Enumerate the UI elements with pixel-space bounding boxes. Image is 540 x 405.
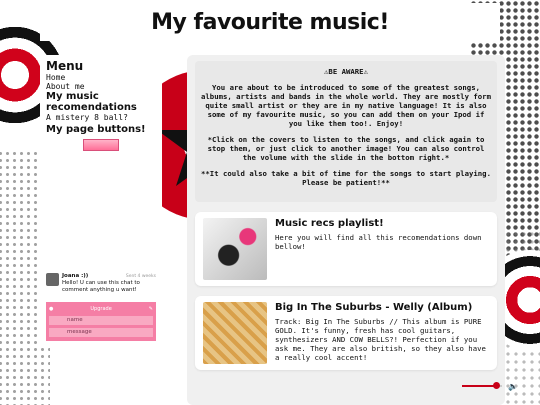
- music-card: Music recs playlist! Here you will find …: [195, 212, 497, 286]
- user-icon[interactable]: ●: [49, 306, 53, 312]
- menu-title: Menu: [46, 59, 84, 73]
- chat-widget: Sent 4 weeks Joana :)) Hello! U can use …: [46, 273, 156, 341]
- volume-slider[interactable]: [462, 382, 502, 389]
- menu-item-home[interactable]: Home: [46, 73, 156, 82]
- card-text: Here you will find all this recomendatio…: [275, 233, 482, 251]
- chat-message-text: Hello! U can use this chat to comment an…: [62, 280, 140, 293]
- volume-control: 🔈: [462, 380, 532, 392]
- edit-icon[interactable]: ✎: [149, 306, 153, 312]
- playlist-cover[interactable]: [203, 218, 267, 280]
- page-title: My favourite music!: [151, 9, 389, 35]
- warning-paragraph: You are about to be introduced to some o…: [201, 83, 491, 128]
- card-title: Big In The Suburbs - Welly (Album): [275, 302, 473, 313]
- chat-name-input[interactable]: name: [49, 316, 153, 325]
- warning-box: ⚠BE AWARE⚠ You are about to be introduce…: [195, 61, 497, 202]
- upgrade-link[interactable]: Upgrade: [90, 306, 111, 312]
- chat-username: Joana :)): [62, 273, 89, 279]
- menu-item-music-recommendations[interactable]: My music recomendations: [46, 91, 156, 113]
- chat-message-input[interactable]: message: [49, 328, 153, 337]
- volume-handle[interactable]: [493, 382, 500, 389]
- main-content: ⚠BE AWARE⚠ You are about to be introduce…: [187, 55, 505, 405]
- warning-title: ⚠BE AWARE⚠: [324, 67, 368, 76]
- avatar: [46, 273, 59, 286]
- menu-item-mistery-8-ball[interactable]: A mistery 8 ball?: [46, 113, 156, 122]
- chat-toolbar: ● Upgrade ✎: [49, 304, 153, 313]
- sidebar: Menu Home About me My music recomendatio…: [40, 55, 162, 347]
- chat-form: ● Upgrade ✎ name message: [46, 302, 156, 341]
- volume-fill: [462, 385, 496, 387]
- card-title: Music recs playlist!: [275, 218, 384, 229]
- music-card: Big In The Suburbs - Welly (Album) Track…: [195, 296, 497, 370]
- album-cover[interactable]: [203, 302, 267, 364]
- chat-timestamp: Sent 4 weeks: [125, 274, 156, 279]
- speaker-icon[interactable]: 🔈: [508, 382, 518, 391]
- page-buttons-title: My page buttons!: [46, 124, 146, 135]
- card-text: Track: Big In The Suburbs // This album …: [275, 317, 486, 362]
- menu-item-about[interactable]: About me: [46, 82, 156, 91]
- chat-message: Sent 4 weeks Joana :)) Hello! U can use …: [46, 273, 156, 294]
- page-header: My favourite music!: [40, 3, 500, 41]
- warning-paragraph: **It could also take a bit of time for t…: [201, 169, 491, 187]
- page-button-badge[interactable]: [83, 139, 119, 151]
- warning-paragraph: *Click on the covers to listen to the so…: [207, 135, 485, 162]
